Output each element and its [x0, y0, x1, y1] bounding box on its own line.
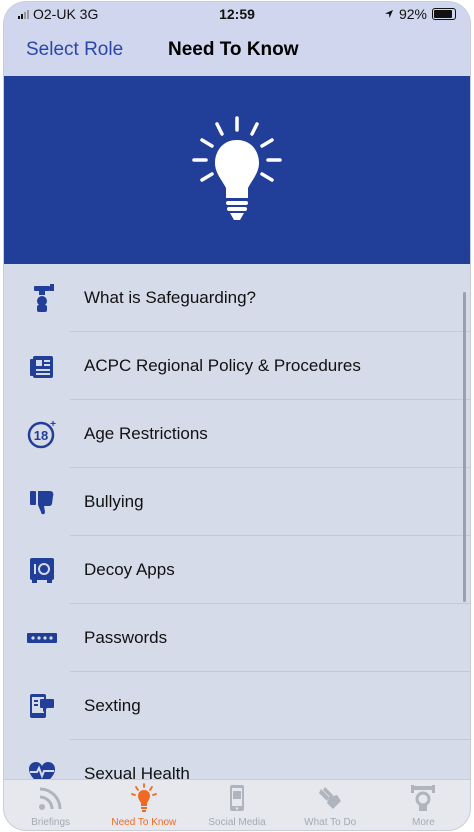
thumbs-down-icon — [30, 491, 54, 515]
phone-icon — [230, 785, 244, 811]
status-bar: O2-UK 3G 12:59 92% — [4, 2, 470, 26]
list-item-age-restrictions[interactable]: 18 + Age Restrictions — [4, 400, 470, 468]
list-item-sexting[interactable]: Sexting — [4, 672, 470, 740]
lightbulb-icon — [130, 783, 157, 812]
phone-chat-icon — [30, 694, 54, 718]
broadcast-icon — [38, 787, 62, 810]
age-18-icon: 18 + — [27, 419, 56, 449]
more-icon — [411, 785, 436, 811]
list-item-passwords[interactable]: Passwords — [4, 604, 470, 672]
tab-more[interactable]: More — [377, 780, 470, 830]
list-item-label: Passwords — [84, 628, 168, 647]
navigation-bar: Select Role Need To Know — [4, 26, 470, 77]
list-item-what-is-safeguarding[interactable]: What is Safeguarding? — [4, 264, 470, 332]
tab-briefings[interactable]: Briefings — [4, 780, 97, 830]
list-item-bullying[interactable]: Bullying — [4, 468, 470, 536]
select-role-button[interactable]: Select Role — [26, 39, 123, 61]
lightbulb-icon — [192, 116, 282, 220]
tab-label: Social Media — [208, 817, 266, 828]
battery-status: 92% — [384, 6, 456, 22]
page-title: Need To Know — [168, 39, 299, 60]
tab-label: Need To Know — [111, 817, 177, 828]
battery-icon — [432, 8, 456, 20]
svg-text:18: 18 — [34, 428, 48, 443]
tab-label: What To Do — [304, 817, 357, 828]
hero-banner — [4, 76, 470, 264]
list-item-label: Decoy Apps — [84, 560, 175, 579]
topic-list: What is Safeguarding? ACPC Regional Poli… — [4, 264, 470, 782]
location-arrow-icon — [384, 10, 393, 18]
tab-what-to-do[interactable]: What To Do — [284, 780, 377, 830]
tab-label: Briefings — [31, 817, 71, 828]
list-item-sexual-health[interactable]: Sexual Health — [4, 740, 470, 782]
tab-bar: Briefings Need To Know Social Media What… — [4, 779, 470, 830]
phone-screen: O2-UK 3G 12:59 92% Select Role Need To K… — [4, 2, 470, 830]
list-item-acpc-policy[interactable]: ACPC Regional Policy & Procedures — [4, 332, 470, 400]
tab-label: More — [412, 817, 435, 828]
svg-text:+: + — [50, 419, 56, 430]
safe-icon — [30, 558, 54, 583]
list-item-decoy-apps[interactable]: Decoy Apps — [4, 536, 470, 604]
list-item-label: What is Safeguarding? — [84, 288, 256, 307]
password-icon — [27, 633, 57, 643]
safeguarding-icon — [34, 284, 54, 312]
document-icon — [30, 356, 53, 378]
tab-social-media[interactable]: Social Media — [190, 780, 283, 830]
tab-need-to-know[interactable]: Need To Know — [97, 780, 190, 830]
list-item-label: ACPC Regional Policy & Procedures — [84, 356, 361, 375]
list-item-label: Bullying — [84, 492, 144, 511]
hands-icon — [319, 787, 342, 809]
list-item-label: Age Restrictions — [84, 424, 208, 443]
battery-label: 92% — [398, 6, 427, 22]
scrollbar[interactable] — [463, 292, 466, 602]
list-item-label: Sexting — [84, 696, 141, 715]
